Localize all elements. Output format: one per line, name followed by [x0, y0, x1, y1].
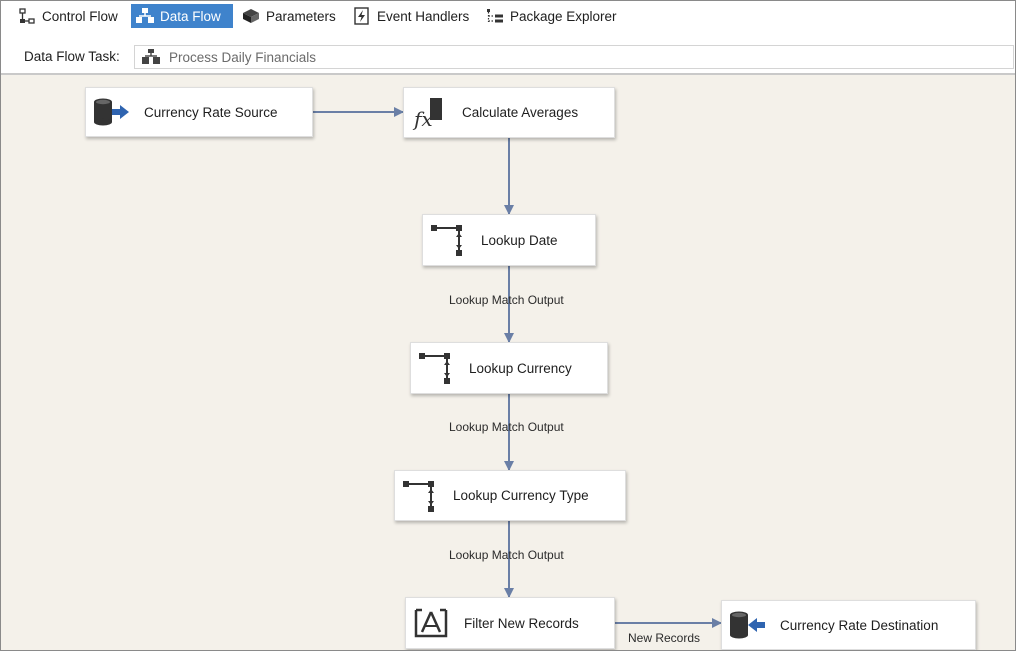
parameters-icon — [241, 7, 261, 25]
node-lookup-currency-type-label: Lookup Currency Type — [453, 488, 589, 503]
designer-tab-strip: Control Flow Data Flow Parameters Event … — [1, 1, 1015, 32]
data-flow-icon — [135, 7, 155, 25]
node-currency-rate-source-label: Currency Rate Source — [144, 104, 278, 120]
path-label-lookup-currency-type-match: Lookup Match Output — [449, 548, 564, 562]
data-flow-canvas[interactable]: Currency Rate Source fx Calculate Averag… — [1, 75, 1015, 650]
source-icon — [92, 95, 130, 129]
tab-parameters[interactable]: Parameters — [237, 4, 342, 28]
tab-package-explorer-label: Package Explorer — [510, 8, 617, 24]
lookup-icon — [429, 223, 467, 257]
conditional-split-icon — [412, 606, 450, 640]
data-flow-task-bar: Data Flow Task: Process Daily Financials — [1, 41, 1015, 73]
node-lookup-currency-label: Lookup Currency — [469, 360, 572, 376]
node-calculate-averages[interactable]: fx Calculate Averages — [403, 87, 615, 138]
data-flow-task-value: Process Daily Financials — [169, 49, 317, 65]
lookup-icon — [417, 351, 455, 385]
data-flow-task-icon — [141, 49, 161, 65]
path-label-lookup-currency-match: Lookup Match Output — [449, 420, 564, 434]
node-filter-new-records[interactable]: Filter New Records — [405, 597, 615, 649]
tab-event-handlers-label: Event Handlers — [377, 8, 470, 24]
derived-column-icon: fx — [410, 96, 448, 131]
node-lookup-date-label: Lookup Date — [481, 232, 558, 248]
tab-package-explorer[interactable]: Package Explorer — [481, 4, 623, 28]
tab-data-flow[interactable]: Data Flow — [131, 4, 233, 28]
tab-data-flow-label: Data Flow — [160, 8, 221, 24]
path-label-lookup-date-match: Lookup Match Output — [449, 293, 564, 307]
node-lookup-currency[interactable]: Lookup Currency — [410, 342, 608, 394]
lookup-icon — [401, 479, 439, 513]
node-lookup-date[interactable]: Lookup Date — [422, 214, 596, 266]
tab-event-handlers[interactable]: Event Handlers — [348, 4, 475, 28]
data-flow-task-select[interactable]: Process Daily Financials — [134, 45, 1014, 69]
package-explorer-icon — [485, 7, 505, 25]
destination-icon — [728, 608, 766, 642]
package-designer: Control Flow Data Flow Parameters Event … — [0, 0, 1016, 651]
node-currency-rate-source[interactable]: Currency Rate Source — [85, 87, 313, 137]
tab-parameters-label: Parameters — [266, 8, 336, 24]
node-filter-new-records-label: Filter New Records — [464, 615, 579, 631]
control-flow-icon — [17, 7, 37, 25]
path-label-new-records: New Records — [628, 631, 701, 645]
data-flow-task-label: Data Flow Task: — [24, 49, 120, 64]
tab-control-flow[interactable]: Control Flow — [13, 4, 124, 28]
node-lookup-currency-type[interactable]: Lookup Currency Type — [394, 470, 626, 521]
svg-text:fx: fx — [412, 107, 433, 130]
node-currency-rate-destination[interactable]: Currency Rate Destination — [721, 600, 976, 650]
tab-control-flow-label: Control Flow — [42, 8, 118, 24]
event-handlers-icon — [352, 7, 372, 25]
node-currency-rate-destination-label: Currency Rate Destination — [780, 617, 939, 633]
node-calculate-averages-label: Calculate Averages — [462, 105, 579, 120]
